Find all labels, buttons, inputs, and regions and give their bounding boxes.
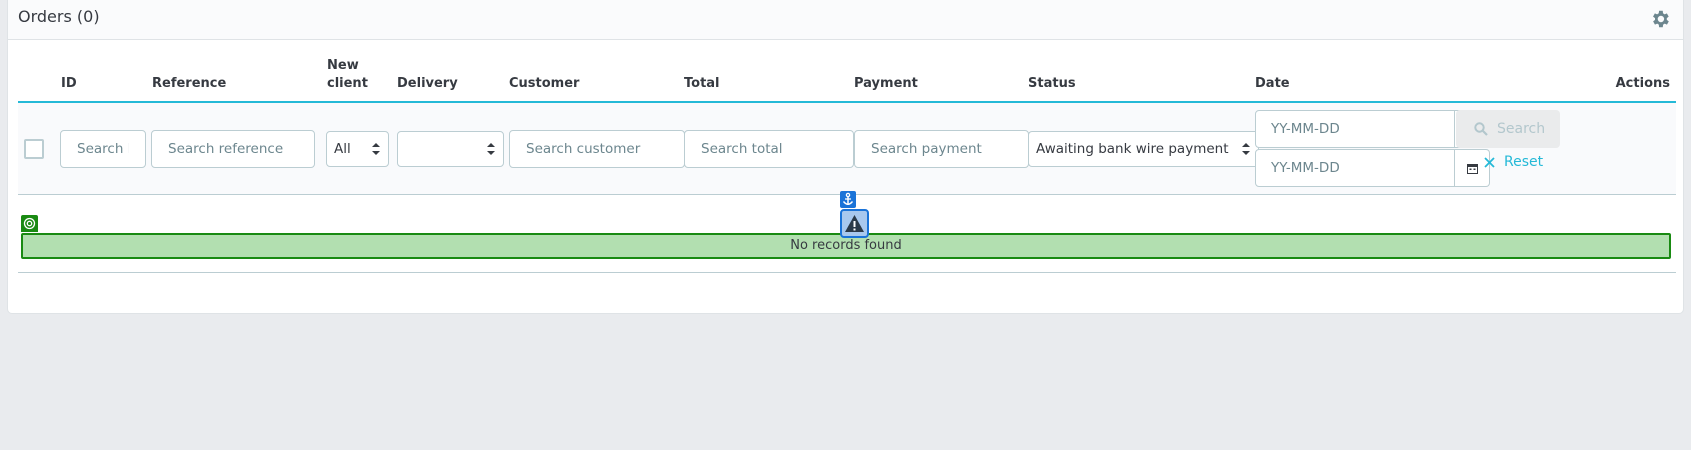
warning-icon	[840, 209, 869, 238]
target-icon	[21, 215, 38, 232]
orders-panel: Orders (0) ID Reference New client Deliv…	[7, 0, 1684, 314]
filter-delivery-select[interactable]	[397, 131, 504, 167]
reset-button-label: Reset	[1504, 154, 1544, 170]
panel-header: Orders (0)	[8, 0, 1683, 40]
column-header-actions: Actions	[1615, 76, 1670, 91]
filter-date-to-input[interactable]	[1255, 149, 1455, 187]
select-caret-icon	[487, 143, 495, 155]
table-header-row: ID Reference New client Delivery Custome…	[18, 55, 1676, 103]
filter-reference-input[interactable]	[151, 130, 315, 168]
select-caret-icon	[1242, 143, 1250, 155]
filter-row: All Awaiting bank wire payment Search R	[18, 103, 1676, 195]
filter-payment-input[interactable]	[854, 130, 1029, 168]
filter-new-client-select[interactable]: All	[326, 131, 389, 167]
search-button[interactable]: Search	[1456, 110, 1560, 148]
filter-new-client-value: All	[334, 141, 351, 157]
column-header-status[interactable]: Status	[1028, 75, 1076, 93]
anchor-icon	[840, 191, 856, 208]
filter-id-input[interactable]	[60, 130, 146, 168]
column-header-payment[interactable]: Payment	[854, 75, 918, 93]
panel-title: Orders (0)	[18, 7, 100, 26]
filter-status-value: Awaiting bank wire payment	[1036, 141, 1229, 157]
filter-date-from-input[interactable]	[1255, 110, 1455, 148]
column-header-date[interactable]: Date	[1255, 75, 1290, 93]
column-header-total[interactable]: Total	[684, 75, 720, 93]
filter-total-input[interactable]	[684, 130, 854, 168]
column-header-id[interactable]: ID	[61, 75, 77, 93]
gear-icon[interactable]	[1649, 8, 1671, 30]
close-icon	[1484, 157, 1495, 168]
search-button-label: Search	[1497, 121, 1546, 137]
column-header-delivery[interactable]: Delivery	[397, 75, 458, 93]
search-icon	[1474, 122, 1488, 136]
column-header-new-client-line2: client	[327, 76, 368, 91]
reset-button[interactable]: Reset	[1484, 151, 1543, 173]
divider	[18, 272, 1676, 273]
column-header-new-client-line1: New	[327, 58, 359, 73]
filter-status-select[interactable]: Awaiting bank wire payment	[1028, 131, 1259, 167]
filter-customer-input[interactable]	[509, 130, 685, 168]
column-header-customer[interactable]: Customer	[509, 75, 579, 93]
column-header-new-client[interactable]: New client	[327, 57, 368, 93]
column-header-reference[interactable]: Reference	[152, 75, 226, 93]
select-caret-icon	[372, 143, 380, 155]
select-all-checkbox[interactable]	[24, 139, 44, 159]
